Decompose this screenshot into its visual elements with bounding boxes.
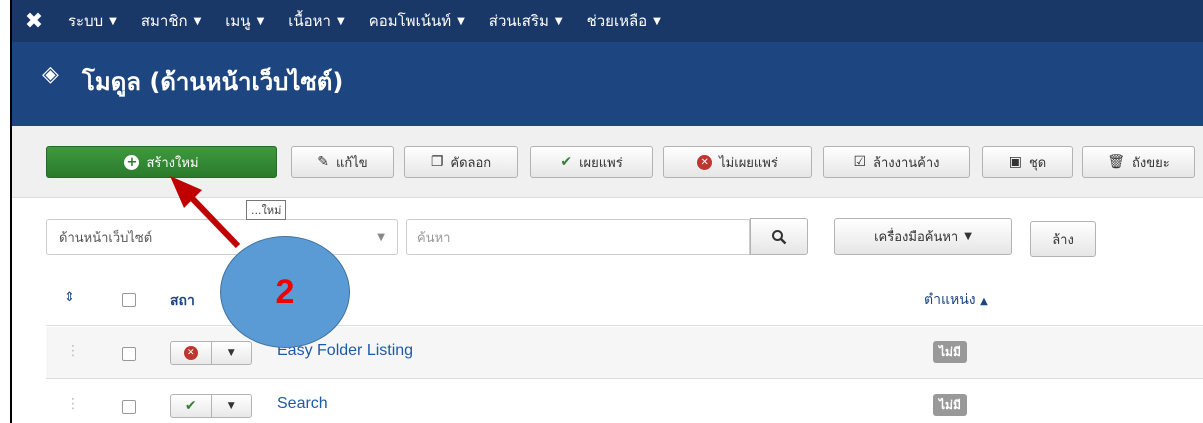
annotation-arrow <box>170 176 241 249</box>
app-window: ✖ ระบบ ▼ สมาชิก ▼ เมนู ▼ เนื้อหา ▼ คอมโพเน้น… <box>10 0 1203 423</box>
